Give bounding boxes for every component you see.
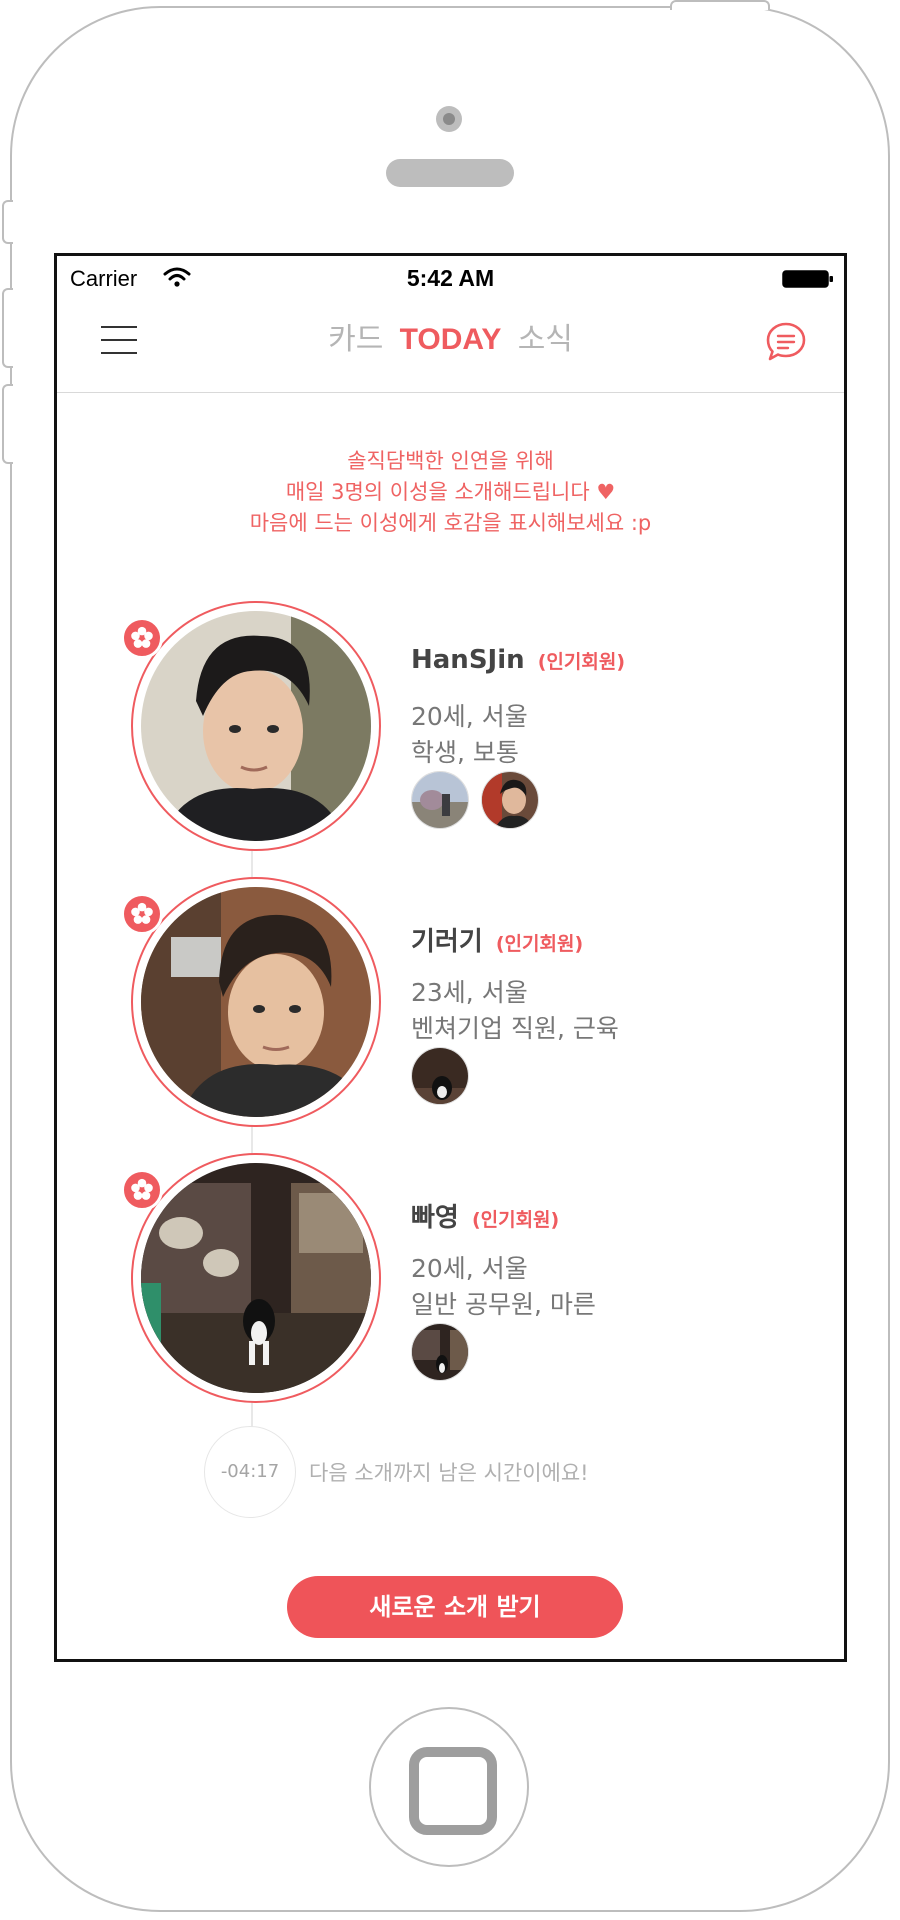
- profile-job-body: 일반 공무원, 마른: [411, 1290, 596, 1319]
- cherry-blossom-icon: [121, 617, 163, 659]
- avatar-photo: [141, 887, 371, 1117]
- navigation-bar: 카드 TODAY 소식: [57, 300, 844, 393]
- home-square-icon: [409, 1747, 497, 1835]
- app-screen: Carrier 5:42 AM 카드 TODAY 소식 솔직담백한 인연을 위해…: [54, 253, 847, 1662]
- profile-avatar[interactable]: [131, 1153, 381, 1403]
- profile-job-body: 학생, 보통: [411, 738, 519, 767]
- chat-bubble-icon[interactable]: [764, 320, 808, 364]
- photo-thumbnails: [411, 771, 551, 833]
- profile-job-body: 벤쳐기업 직원, 근육: [411, 1014, 619, 1043]
- profile-name: 기러기: [411, 927, 483, 957]
- intro-line-2: 매일 3명의 이성을 소개해드립니다 ♥: [285, 480, 616, 504]
- photo-thumbnail[interactable]: [411, 1047, 469, 1105]
- profile-name: HanSJin: [411, 645, 525, 675]
- profile-name: 빠영: [411, 1203, 459, 1233]
- cherry-blossom-icon: [121, 893, 163, 935]
- photo-thumbnails: [411, 1323, 481, 1385]
- get-new-intro-button[interactable]: 새로운 소개 받기: [287, 1576, 623, 1638]
- countdown-timer: -04:17: [204, 1426, 296, 1518]
- photo-thumbnail[interactable]: [481, 771, 539, 829]
- volume-down-button: [2, 384, 13, 464]
- front-camera: [436, 106, 462, 132]
- cherry-blossom-icon: [121, 1169, 163, 1211]
- profile-age-location: 20세, 서울: [411, 702, 528, 731]
- popular-member-tag: (인기회원): [495, 933, 584, 955]
- battery-icon: [782, 270, 833, 288]
- earpiece-speaker: [386, 159, 514, 187]
- photo-thumbnail[interactable]: [411, 771, 469, 829]
- intro-message: 솔직담백한 인연을 위해 매일 3명의 이성을 소개해드립니다 ♥ 마음에 드는…: [57, 446, 844, 539]
- profile-avatar[interactable]: [131, 601, 381, 851]
- profile-name-row: 빠영 (인기회원): [411, 1197, 559, 1234]
- profile-card[interactable]: 빠영 (인기회원) 20세, 서울 일반 공무원, 마른: [117, 1153, 797, 1413]
- tab-news[interactable]: 소식: [518, 300, 573, 380]
- avatar-photo: [141, 611, 371, 841]
- silent-switch: [2, 200, 13, 244]
- status-bar: Carrier 5:42 AM: [57, 256, 844, 300]
- popular-member-tag: (인기회원): [537, 651, 626, 673]
- intro-line-1: 솔직담백한 인연을 위해: [347, 449, 554, 473]
- volume-up-button: [2, 288, 13, 368]
- tab-today[interactable]: TODAY: [400, 300, 502, 380]
- photo-thumbnail[interactable]: [411, 1323, 469, 1381]
- profile-card[interactable]: HanSJin (인기회원) 20세, 서울 학생, 보통: [117, 601, 797, 861]
- profile-age-location: 20세, 서울: [411, 1254, 528, 1283]
- tab-bar: 카드 TODAY 소식: [57, 300, 844, 380]
- power-button: [670, 0, 770, 10]
- avatar-photo: [141, 1163, 371, 1393]
- popular-member-tag: (인기회원): [471, 1209, 560, 1231]
- home-button[interactable]: [369, 1707, 529, 1867]
- status-time: 5:42 AM: [406, 265, 495, 291]
- countdown-message: 다음 소개까지 남은 시간이에요!: [309, 1461, 589, 1485]
- profile-name-row: 기러기 (인기회원): [411, 921, 583, 958]
- profile-name-row: HanSJin (인기회원): [411, 645, 625, 675]
- profile-age-location: 23세, 서울: [411, 978, 528, 1007]
- intro-line-3: 마음에 드는 이성에게 호감을 표시해보세요 :p: [249, 511, 652, 535]
- profile-card[interactable]: 기러기 (인기회원) 23세, 서울 벤쳐기업 직원, 근육: [117, 877, 797, 1137]
- profile-avatar[interactable]: [131, 877, 381, 1127]
- tab-card[interactable]: 카드: [328, 300, 383, 380]
- photo-thumbnails: [411, 1047, 481, 1109]
